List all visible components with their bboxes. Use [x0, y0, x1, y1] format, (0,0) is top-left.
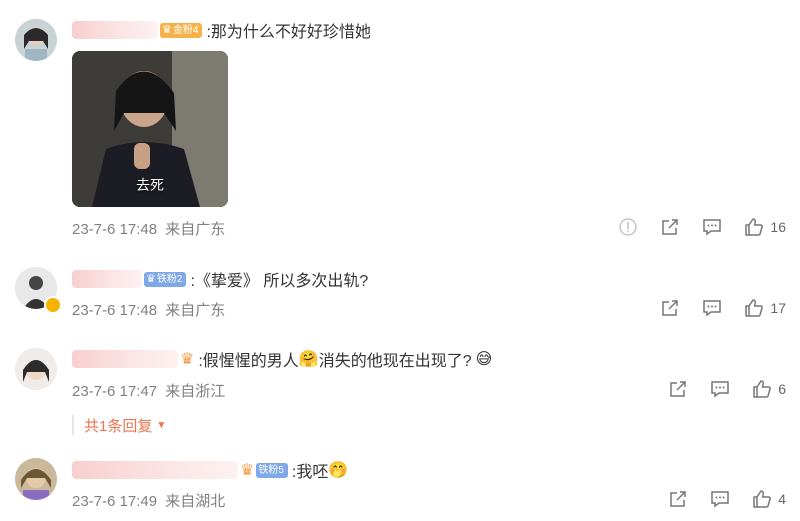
comment-time: 23-7-6 17:48 [72, 221, 158, 238]
blush-emoji-icon: 🤭 [328, 462, 349, 479]
avatar[interactable] [15, 19, 57, 61]
crown-icon: ♛ [146, 272, 156, 285]
share-button[interactable] [660, 217, 680, 237]
comment-icon [711, 381, 729, 398]
comment-time: 23-7-6 17:48 [72, 302, 158, 319]
comment-meta: 23-7-6 17:48 来自广东 [72, 299, 225, 320]
comment-time: 23-7-6 17:47 [72, 383, 158, 400]
like-icon [745, 299, 764, 317]
comment-source: 来自广东 [165, 302, 226, 319]
crown-badge-icon: ♛ [240, 462, 255, 479]
comment-image[interactable]: 去死 [72, 51, 228, 207]
comment-icon [703, 219, 722, 236]
caret-down-icon: ▼ [156, 419, 167, 431]
comment-actions: 16 [596, 217, 786, 237]
username[interactable] [72, 21, 158, 39]
like-button[interactable]: 6 [752, 379, 786, 399]
comment-source: 来自湖北 [165, 493, 226, 510]
comment-source: 来自浙江 [165, 383, 226, 400]
comment-meta: 23-7-6 17:49 来自湖北 [72, 490, 225, 511]
username[interactable] [72, 350, 178, 368]
comment-text: :《挚爱》 所以多次出轨? [190, 273, 369, 290]
comment-icon [711, 491, 729, 508]
comment-text: :那为什么不好好珍惜她 [206, 24, 371, 41]
share-icon [662, 300, 679, 316]
like-count: 4 [778, 491, 786, 507]
comment-text-continued: 消失的他现在出现了? [318, 353, 472, 370]
comment-button[interactable] [702, 217, 722, 237]
fan-badge[interactable]: ♛ 金粉4 [160, 22, 203, 38]
comment-text: :假惺惺的男人 [198, 353, 299, 370]
share-button[interactable] [660, 298, 680, 318]
comment-actions: 6 [646, 379, 786, 399]
report-icon [619, 218, 638, 236]
crown-badge-icon: ♛ [180, 351, 195, 368]
share-icon [670, 491, 686, 507]
like-button[interactable]: 4 [752, 489, 786, 509]
like-icon [753, 490, 772, 508]
comment-actions: 17 [638, 298, 786, 318]
comment-meta: 23-7-6 17:48 来自广东 [72, 218, 225, 239]
comment-button[interactable] [710, 489, 730, 509]
like-button[interactable]: 16 [744, 217, 786, 237]
crown-icon: ♛ [162, 23, 172, 36]
comment-header: ♛ :假惺惺的男人 🤗 消失的他现在出现了? 😅 [72, 347, 492, 371]
hug-emoji-icon: 🤗 [298, 351, 319, 368]
comment-text: :我呸 [291, 464, 329, 481]
fan-badge[interactable]: 铁粉5 [256, 462, 288, 478]
like-icon [753, 380, 772, 398]
like-button[interactable]: 17 [744, 298, 786, 318]
avatar[interactable] [15, 458, 57, 500]
avatar[interactable] [15, 348, 57, 390]
share-icon [670, 381, 686, 397]
comment-button[interactable] [710, 379, 730, 399]
share-icon [662, 219, 679, 235]
image-caption: 去死 [136, 177, 164, 193]
comment-source: 来自广东 [165, 221, 226, 238]
report-button[interactable] [618, 217, 638, 237]
share-button[interactable] [668, 379, 688, 399]
comment-header: ♛ 金粉4 :那为什么不好好珍惜她 [72, 18, 371, 42]
like-icon [745, 218, 764, 236]
comment-header: ♛ 铁粉2 :《挚爱》 所以多次出轨? [72, 267, 368, 291]
grin-emoji-icon: 😅 [475, 351, 493, 368]
comment-actions: 4 [646, 489, 786, 509]
comment-icon [703, 300, 722, 317]
username[interactable] [72, 270, 142, 288]
username[interactable] [72, 461, 238, 479]
fan-badge[interactable]: ♛ 铁粉2 [144, 271, 187, 287]
like-count: 16 [770, 219, 786, 235]
share-button[interactable] [668, 489, 688, 509]
like-count: 6 [778, 381, 786, 397]
comment-time: 23-7-6 17:49 [72, 493, 158, 510]
comment-meta: 23-7-6 17:47 来自浙江 [72, 380, 225, 401]
comment-button[interactable] [702, 298, 722, 318]
comment-header: ♛ 铁粉5 :我呸 🤭 [72, 458, 348, 482]
like-count: 17 [770, 300, 786, 316]
verified-icon [44, 296, 62, 314]
view-replies-link[interactable]: 共1条回复 ▼ [72, 415, 166, 435]
